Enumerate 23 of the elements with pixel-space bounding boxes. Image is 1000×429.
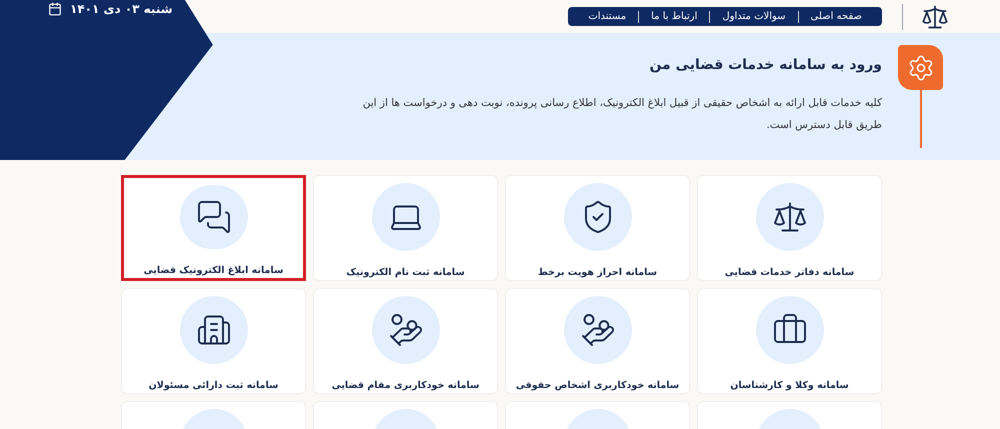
- service-card[interactable]: سامانه دفاتر خدمات قضایی: [697, 175, 882, 281]
- intro-title: ورود به سامانه خدمات قضایی من: [648, 56, 882, 75]
- nav-link[interactable]: سوالات متداول: [710, 9, 798, 24]
- intro-text: کلیه خدمات قابل ارائه به اشخاص حقیقی از قبیل ابلاغ الکترونیک، اطلاع رسانی پرونده، نوبت دهی و درخواست ها از این طریق قابل دسترس است.: [362, 96, 882, 133]
- nav-link[interactable]: مستندات: [576, 9, 638, 24]
- service-card[interactable]: سامانه ثبت نام الکترونیک: [313, 175, 498, 281]
- service-card[interactable]: سامانه خودکاربری اشخاص حقوقی: [505, 288, 690, 394]
- card-title: سامانه دفاتر خدمات قضایی: [724, 266, 854, 280]
- card-title: سامانه ثبت نام الکترونیک: [346, 266, 465, 280]
- card-title: سامانه ثبت دارائی مسئولان: [148, 378, 278, 393]
- card-title: سامانه احراز هویت برخط: [538, 266, 658, 280]
- card-title: سامانه وکلا و کارشناسان: [730, 378, 849, 393]
- service-card[interactable]: سامانه ابلاغ الکترونیک قضایی: [121, 175, 306, 281]
- service-card[interactable]: سامانه ثبت دارائی مسئولان: [121, 288, 306, 394]
- card-title: سامانه ابلاغ الکترونیک قضایی: [144, 264, 284, 278]
- nav-link[interactable]: ارتباط با ما: [639, 9, 710, 24]
- card-title: سامانه خودکاربری اشخاص حقوقی: [516, 378, 680, 393]
- service-card[interactable]: سامانه وکلا و کارشناسان: [697, 288, 882, 394]
- card-title: سامانه خودکاربری مقام قضایی: [332, 378, 480, 393]
- nav-link[interactable]: صفحه اصلی: [798, 9, 874, 24]
- service-card[interactable]: سامانه خودکاربری مقام قضایی: [313, 288, 498, 394]
- date-text: شنبه ۰۳ دی ۱۴۰۱: [70, 1, 173, 18]
- service-card[interactable]: سامانه احراز هویت برخط: [505, 175, 690, 281]
